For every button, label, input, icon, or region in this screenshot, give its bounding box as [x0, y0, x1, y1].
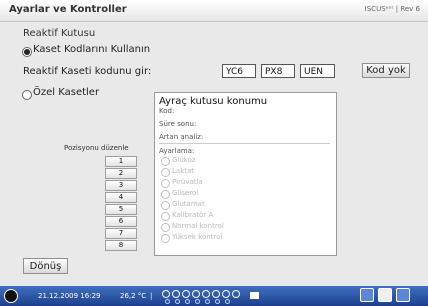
- setting-radio-glutamate[interactable]: [161, 201, 170, 210]
- status-separator: |: [150, 292, 153, 300]
- setting-label-glutamate: Glutamat: [172, 200, 205, 208]
- setting-radio-glycerol[interactable]: [161, 190, 170, 199]
- position-button-8[interactable]: 8: [105, 240, 137, 251]
- back-button[interactable]: Dönüş: [23, 258, 68, 274]
- setting-label-normal-control: Normal kontrol: [172, 222, 224, 230]
- chart-icon[interactable]: [396, 288, 410, 302]
- setting-radio-normal-control[interactable]: [161, 223, 170, 232]
- position-edit-label: Pozisyonu düzenle: [64, 144, 129, 152]
- option-use-cassette-codes-label: Kaset Kodlarını Kullanın: [33, 44, 151, 55]
- section-title: Reaktif Kutusu: [23, 28, 96, 39]
- tray-indicator-icon: [205, 299, 210, 304]
- setting-radio-high-control[interactable]: [161, 234, 170, 243]
- setting-label-high-control: Yüksek kontrol: [172, 233, 223, 241]
- gear-icon[interactable]: [378, 288, 392, 302]
- divider-panel-title: Ayraç kutusu konumu: [159, 96, 268, 107]
- reagent-code-field-1[interactable]: YC6: [222, 64, 256, 78]
- panel-remaining-label: Artan analiz:: [159, 133, 204, 141]
- setting-radio-pyruvate[interactable]: [161, 179, 170, 188]
- option-special-cassettes-label: Özel Kasetler: [33, 87, 100, 98]
- panel-divider: [159, 143, 330, 144]
- title-bar: Ayarlar ve Kontroller ISCUSᵉᵒᵗ | Rev 6: [0, 0, 428, 22]
- setting-label-lactate: Laktat: [172, 167, 195, 175]
- status-bar: 21.12.2009 16:29 26,2 °C |: [0, 286, 428, 306]
- tray-indicator-icon: [225, 299, 230, 304]
- tray-indicator-icon: [212, 290, 220, 298]
- position-button-3[interactable]: 3: [105, 180, 137, 191]
- tray-indicator-icon: [185, 299, 190, 304]
- position-button-2[interactable]: 2: [105, 168, 137, 179]
- setting-radio-calibrator-a[interactable]: [161, 212, 170, 221]
- tray-indicator-icon: [232, 290, 240, 298]
- reagent-code-label: Reaktif Kaseti kodunu gir:: [23, 66, 152, 77]
- tray-indicator-icon: [162, 290, 170, 298]
- reagent-code-field-3[interactable]: UEN: [300, 64, 335, 78]
- window-title: Ayarlar ve Kontroller: [9, 4, 127, 15]
- status-temperature: 26,2 °C: [120, 292, 147, 300]
- setting-label-calibrator-a: Kalibratör A: [172, 211, 214, 219]
- position-button-1[interactable]: 1: [105, 156, 137, 167]
- panel-setting-label: Ayarlama:: [159, 147, 195, 155]
- tray-indicator-icon: [192, 290, 200, 298]
- divider-panel: Ayraç kutusu konumu Kod: Süre sonu: Arta…: [154, 92, 337, 256]
- tray-indicator-icon: [172, 290, 180, 298]
- tray-indicator-icon: [202, 290, 210, 298]
- reagent-code-field-2[interactable]: PX8: [261, 64, 295, 78]
- panel-expiry-label: Süre sonu:: [159, 120, 197, 128]
- position-button-7[interactable]: 7: [105, 228, 137, 239]
- setting-label-pyruvate: Pirüvatla: [172, 178, 203, 186]
- brand-label: ISCUSᵉᵒᵗ | Rev 6: [364, 5, 420, 13]
- setting-radio-lactate[interactable]: [161, 168, 170, 177]
- radio-use-cassette-codes[interactable]: [22, 47, 32, 57]
- power-icon[interactable]: [4, 289, 18, 303]
- position-button-4[interactable]: 4: [105, 192, 137, 203]
- tray-indicator-icon: [195, 299, 200, 304]
- setting-label-glycerol: Gliserol: [172, 189, 199, 197]
- message-icon[interactable]: [360, 288, 374, 302]
- tray-indicator-icon: [215, 299, 220, 304]
- no-code-button[interactable]: Kod yok: [362, 63, 410, 78]
- tray-indicator-icon: [175, 299, 180, 304]
- status-datetime: 21.12.2009 16:29: [38, 292, 101, 300]
- setting-label-glucose: Glükoz: [172, 156, 196, 164]
- position-button-6[interactable]: 6: [105, 216, 137, 227]
- panel-code-label: Kod:: [159, 107, 175, 115]
- tray-indicator-icon: [182, 290, 190, 298]
- radio-special-cassettes[interactable]: [22, 90, 32, 100]
- setting-radio-glucose[interactable]: [161, 157, 170, 166]
- tray-indicator-icon: [165, 299, 170, 304]
- position-button-5[interactable]: 5: [105, 204, 137, 215]
- device-icon[interactable]: [250, 292, 259, 299]
- tray-indicator-icon: [222, 290, 230, 298]
- settings-window: Ayarlar ve Kontroller ISCUSᵉᵒᵗ | Rev 6 R…: [0, 0, 428, 306]
